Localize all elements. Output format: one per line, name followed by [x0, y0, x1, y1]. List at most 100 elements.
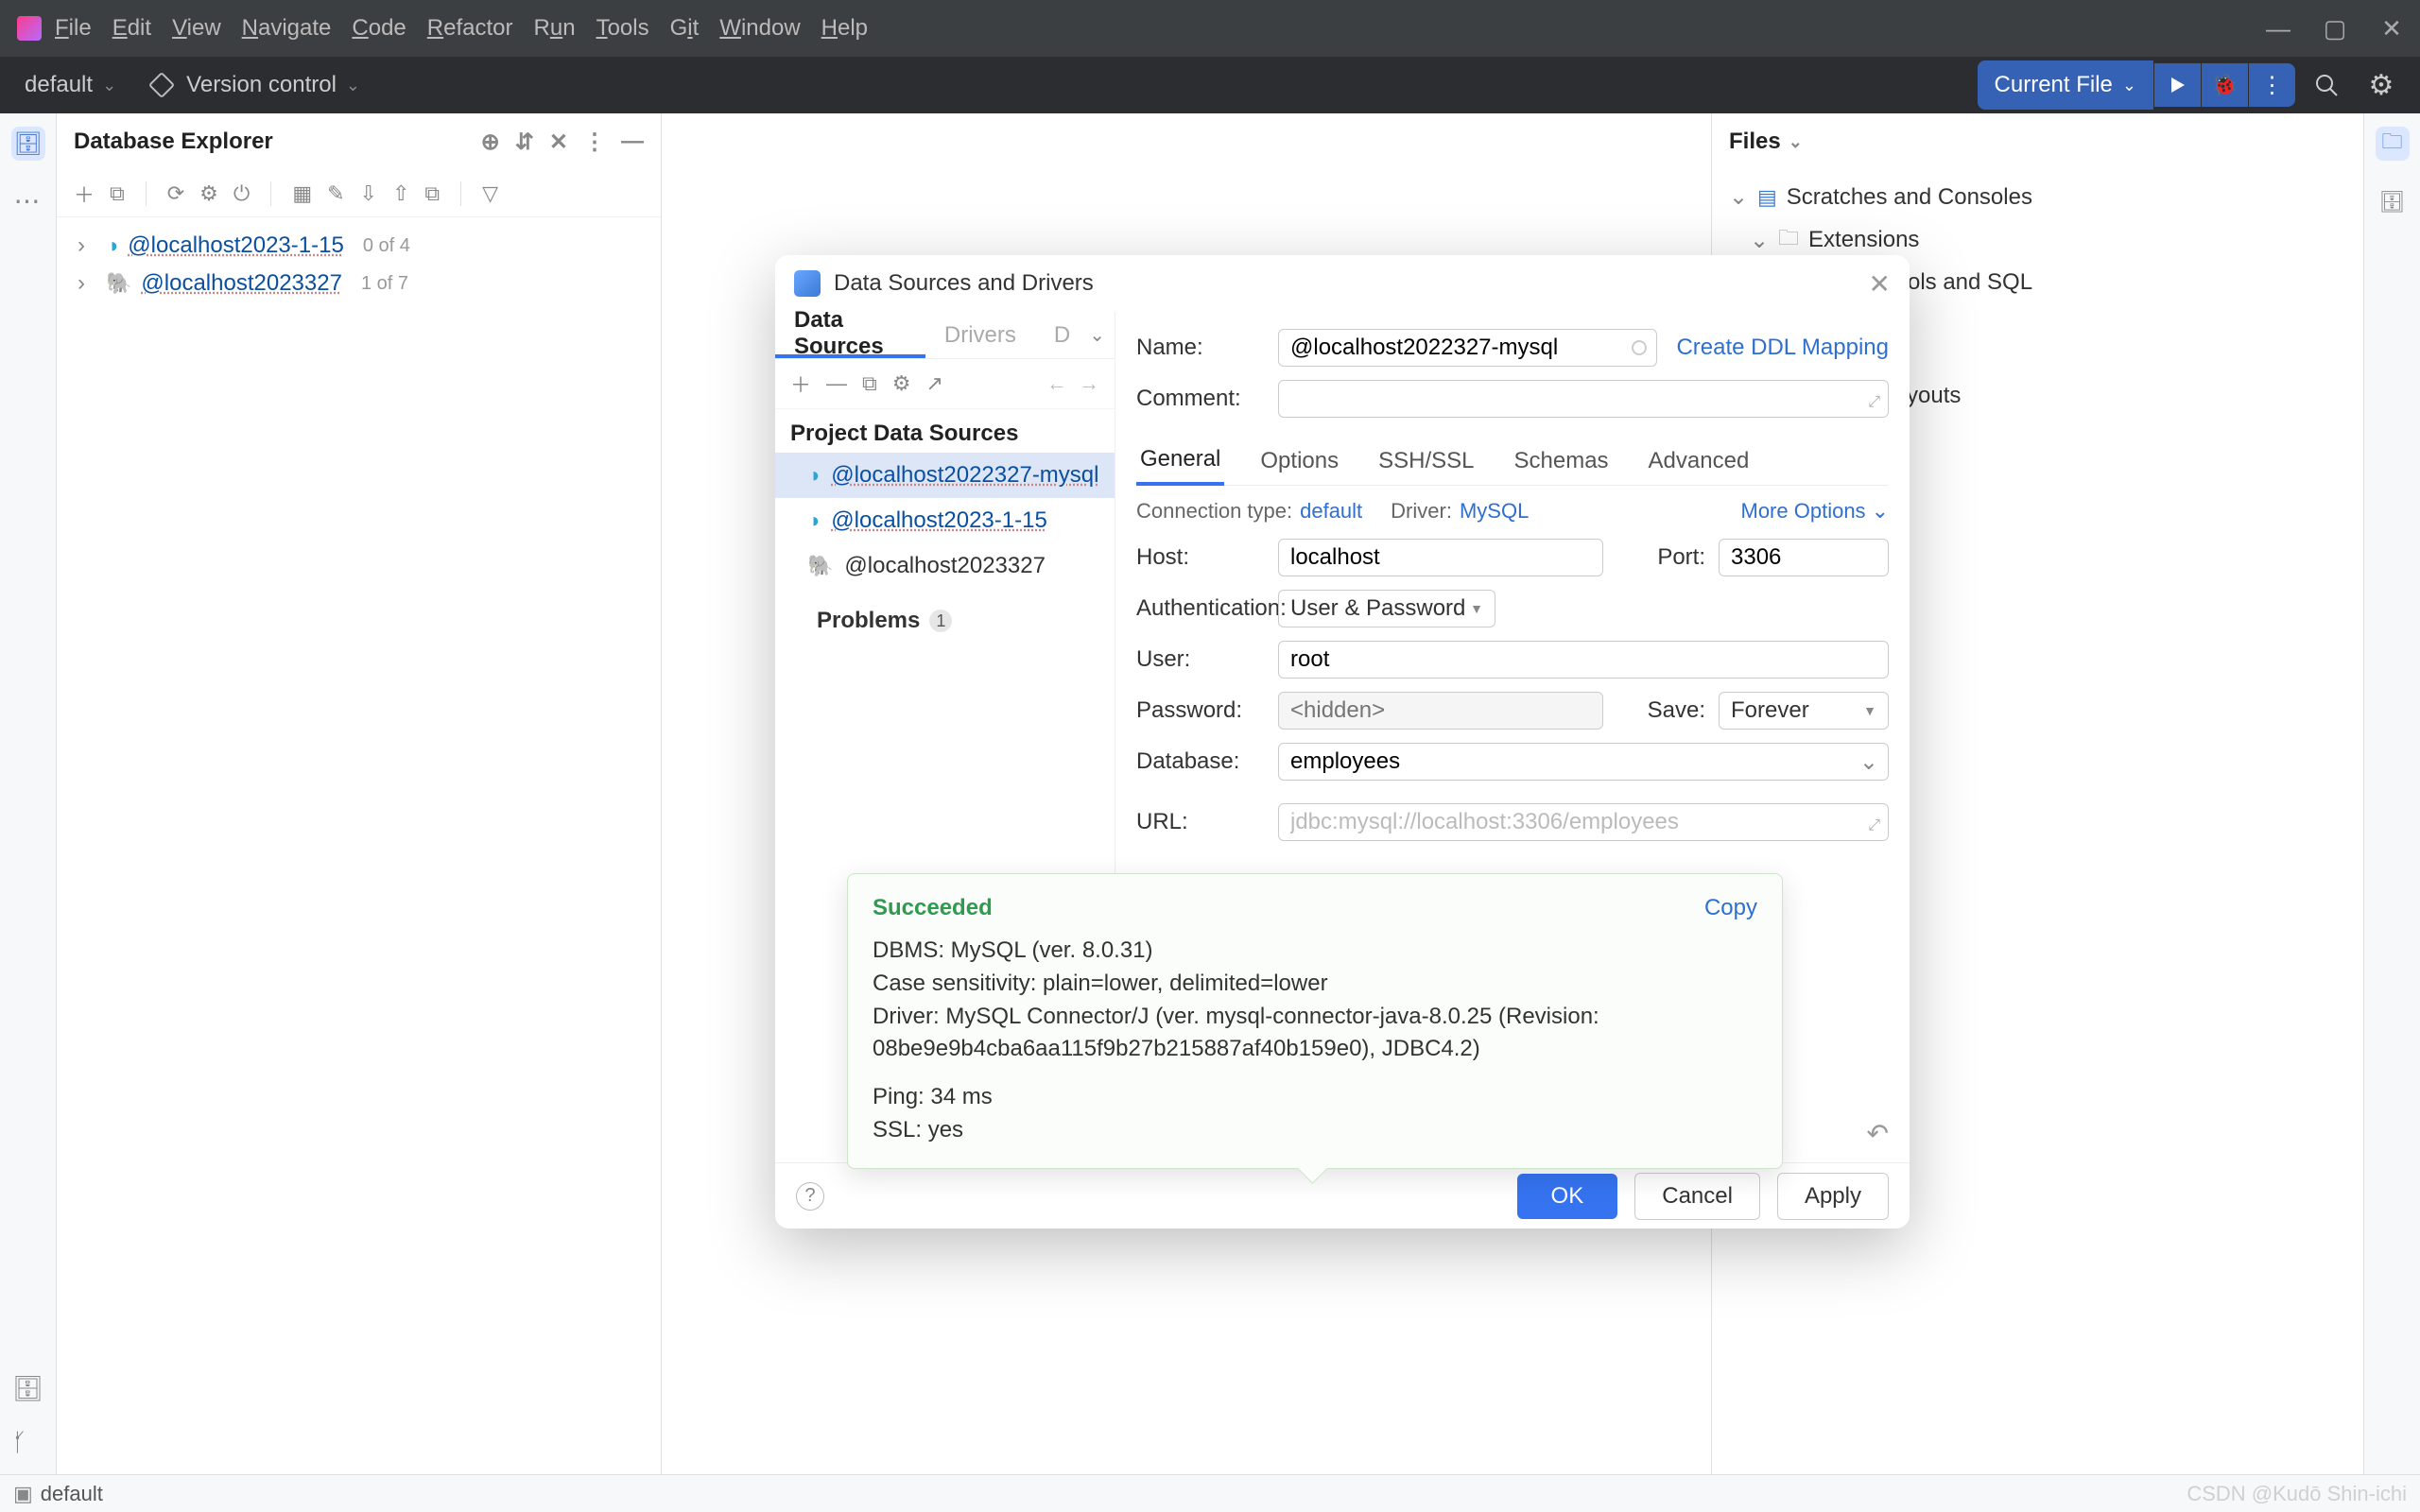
dialog-close-button[interactable]: ✕	[1869, 268, 1891, 300]
nav-forward-button[interactable]: →	[1079, 371, 1099, 396]
upload-button[interactable]: ⇧	[392, 181, 409, 206]
password-input[interactable]	[1278, 692, 1603, 730]
database-input[interactable]	[1278, 743, 1889, 781]
copy-link[interactable]: Copy	[1704, 895, 1757, 921]
expand-icon[interactable]: ⤢	[1868, 817, 1880, 834]
sort-icon[interactable]: ⇵	[515, 129, 534, 156]
tool-window-database-button[interactable]: 🗄	[11, 127, 45, 161]
window-close-button[interactable]: ✕	[2363, 0, 2420, 57]
add-datasource-button[interactable]: ＋	[74, 179, 95, 209]
vcs-tool-button[interactable]: ᚶ	[12, 1428, 43, 1457]
user-input[interactable]	[1278, 641, 1889, 679]
list-item[interactable]: ◑ @localhost2023-1-15	[775, 498, 1115, 543]
jump-to-console-button[interactable]: ▦	[292, 181, 312, 206]
database-input-field[interactable]	[1290, 748, 1859, 775]
menu-window[interactable]: Window	[719, 15, 800, 42]
search-everywhere-button[interactable]	[2303, 61, 2350, 109]
tree-caret-icon[interactable]: ⌄	[1729, 183, 1748, 211]
tool-window-db-button[interactable]: 🗄	[2376, 185, 2410, 219]
auth-select[interactable]: User & Password ▼	[1278, 590, 1495, 627]
menu-refactor[interactable]: Refactor	[427, 15, 513, 42]
host-input-field[interactable]	[1290, 544, 1591, 571]
chevron-down-icon[interactable]: ⌄	[1789, 132, 1803, 152]
tab-data-sources[interactable]: Data Sources	[775, 312, 925, 358]
tree-caret-icon[interactable]: ›	[78, 270, 96, 297]
panel-options-icon[interactable]: ⋮	[583, 129, 606, 156]
comment-input-field[interactable]	[1290, 386, 1876, 412]
menu-run[interactable]: Run	[534, 15, 576, 42]
ok-button[interactable]: OK	[1517, 1174, 1618, 1219]
ide-settings-button[interactable]: ⚙	[2358, 61, 2405, 109]
menu-navigate[interactable]: Navigate	[242, 15, 332, 42]
name-input[interactable]	[1278, 329, 1657, 367]
project-selector[interactable]: default ⌄	[15, 66, 126, 104]
download-button[interactable]: ⇩	[360, 181, 377, 206]
name-input-field[interactable]	[1290, 335, 1645, 361]
edit-button[interactable]: ✎	[327, 181, 344, 206]
tree-caret-icon[interactable]: ⌄	[1750, 227, 1769, 254]
tool-window-more-button[interactable]: ⋯	[14, 185, 43, 216]
create-ddl-mapping-link[interactable]: Create DDL Mapping	[1676, 335, 1889, 361]
refresh-button[interactable]: ⟳	[167, 181, 184, 206]
properties-button[interactable]: ⚙	[199, 181, 218, 206]
window-maximize-button[interactable]: ▢	[2307, 0, 2363, 57]
port-input[interactable]	[1719, 539, 1889, 576]
conn-type-link[interactable]: default	[1300, 499, 1362, 524]
url-input[interactable]: ⤢	[1278, 803, 1889, 841]
close-panel-icon[interactable]: ✕	[549, 129, 568, 156]
tabs-overflow-icon[interactable]: ⌄	[1089, 323, 1105, 347]
tool-window-files-button[interactable]: 🗀	[2376, 127, 2410, 161]
database-tree-item[interactable]: › 🐘 @localhost2023327 1 of 7	[74, 265, 644, 302]
comment-input[interactable]: ⤢	[1278, 380, 1889, 418]
apply-button[interactable]: Apply	[1777, 1173, 1889, 1220]
filter-button[interactable]: ▽	[482, 181, 498, 206]
menu-view[interactable]: View	[172, 15, 221, 42]
run-button[interactable]	[2153, 63, 2201, 107]
menu-file[interactable]: File	[55, 15, 92, 42]
menu-git[interactable]: Git	[670, 15, 700, 42]
port-input-field[interactable]	[1731, 544, 1876, 571]
list-item[interactable]: ◑ @localhost2022327-mysql	[775, 453, 1115, 498]
services-tool-button[interactable]: 🗄	[12, 1374, 43, 1403]
help-button[interactable]: ?	[796, 1182, 824, 1211]
menu-edit[interactable]: Edit	[112, 15, 151, 42]
target-icon[interactable]: ⊕	[481, 129, 500, 156]
expand-icon[interactable]: ⤢	[1868, 394, 1880, 411]
tab-options[interactable]: Options	[1256, 438, 1342, 484]
add-button[interactable]: ＋	[790, 369, 811, 399]
menu-tools[interactable]: Tools	[596, 15, 649, 42]
color-indicator-icon[interactable]	[1632, 340, 1647, 355]
minimize-panel-icon[interactable]: —	[621, 129, 644, 155]
run-config-selector[interactable]: Current File ⌄	[1978, 60, 2153, 110]
menu-code[interactable]: Code	[352, 15, 406, 42]
url-input-field[interactable]	[1290, 809, 1876, 835]
debug-button[interactable]: 🐞	[2201, 63, 2248, 107]
window-minimize-button[interactable]: —	[2250, 0, 2307, 57]
save-select[interactable]: Forever ▼	[1719, 692, 1889, 730]
tab-schemas[interactable]: Schemas	[1511, 438, 1613, 484]
more-options-link[interactable]: More Options ⌄	[1741, 499, 1890, 524]
run-more-button[interactable]: ⋮	[2248, 63, 2295, 107]
nav-back-button[interactable]: ←	[1046, 371, 1067, 396]
version-control-selector[interactable]: Version control ⌄	[143, 66, 370, 104]
ddl-button[interactable]: ⧉	[424, 181, 440, 206]
problems-section[interactable]: Problems 1	[775, 589, 1115, 644]
database-tree[interactable]: › ◑ @localhost2023-1-15 0 of 4 › 🐘 @loca…	[57, 217, 661, 312]
remove-button[interactable]: —	[826, 371, 847, 396]
duplicate-button[interactable]: ⧉	[862, 371, 877, 396]
status-project-name[interactable]: default	[41, 1482, 103, 1506]
list-item[interactable]: 🐘 @localhost2023327	[775, 543, 1115, 589]
tab-ddl[interactable]: D	[1035, 312, 1089, 358]
tree-item-scratches[interactable]: ⌄ ▤ Scratches and Consoles	[1725, 178, 2350, 216]
user-input-field[interactable]	[1290, 646, 1876, 673]
tab-advanced[interactable]: Advanced	[1645, 438, 1754, 484]
stop-button[interactable]: ⏻	[233, 181, 250, 206]
tab-sshssl[interactable]: SSH/SSL	[1374, 438, 1478, 484]
revert-button[interactable]: ↶	[1867, 1118, 1889, 1149]
password-input-field[interactable]	[1290, 697, 1591, 724]
settings-button[interactable]: ⚙	[892, 371, 911, 396]
tree-caret-icon[interactable]: ›	[78, 232, 96, 259]
menu-help[interactable]: Help	[821, 15, 868, 42]
tab-general[interactable]: General	[1136, 437, 1224, 486]
tab-drivers[interactable]: Drivers	[925, 312, 1035, 358]
